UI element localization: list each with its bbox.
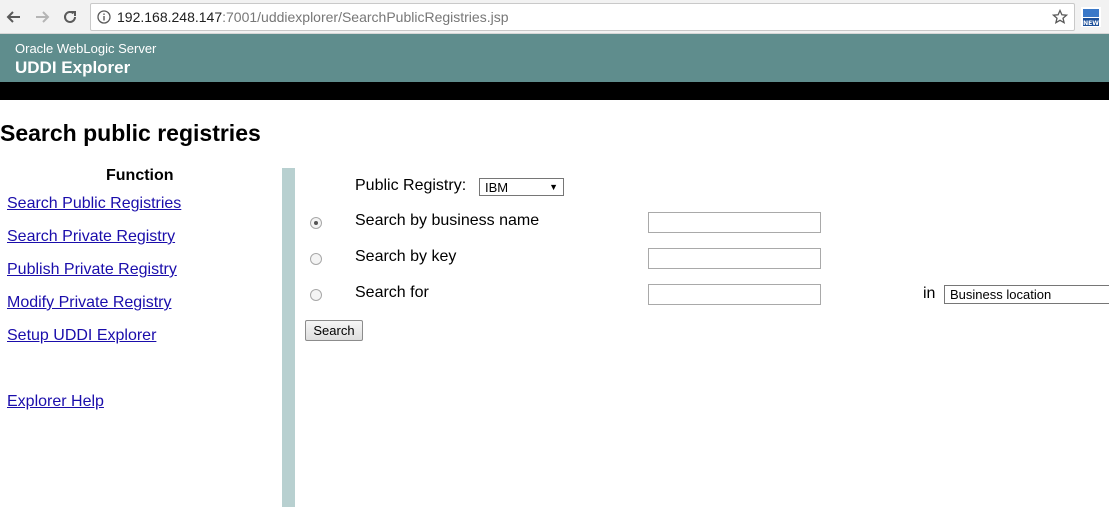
extension-new-icon[interactable]: NEW — [1081, 7, 1101, 27]
browser-toolbar: 192.168.248.147:7001/uddiexplorer/Search… — [0, 0, 1109, 34]
search-for-input[interactable] — [648, 284, 821, 305]
public-registry-value: IBM — [485, 180, 509, 195]
key-input[interactable] — [648, 248, 821, 269]
radio-search-for[interactable] — [310, 289, 322, 301]
business-name-input[interactable] — [648, 212, 821, 233]
url-text: 192.168.248.147:7001/uddiexplorer/Search… — [117, 9, 509, 25]
search-by-business-name-label: Search by business name — [355, 212, 540, 229]
location-select[interactable]: Business location — [944, 285, 1109, 304]
radio-search-by-key[interactable] — [310, 253, 322, 265]
sidebar-divider — [282, 168, 295, 507]
function-heading: Function — [106, 167, 174, 184]
address-bar[interactable]: 192.168.248.147:7001/uddiexplorer/Search… — [90, 3, 1075, 31]
star-icon[interactable] — [1052, 9, 1068, 25]
back-icon[interactable] — [4, 7, 24, 27]
forward-icon[interactable] — [32, 7, 52, 27]
app-header: Oracle WebLogic Server UDDI Explorer — [0, 34, 1109, 82]
public-registry-select[interactable]: IBM ▼ — [479, 178, 564, 196]
page-title: Search public registries — [0, 120, 261, 146]
reload-icon[interactable] — [60, 7, 80, 27]
public-registry-label: Public Registry: — [355, 177, 467, 194]
header-divider — [0, 82, 1109, 100]
app-title: UDDI Explorer — [15, 58, 131, 77]
search-button[interactable]: Search — [305, 320, 363, 341]
search-by-key-label: Search by key — [355, 248, 457, 265]
nav-link-publish-private-registry[interactable]: Publish Private Registry — [7, 261, 177, 279]
location-value: Business location — [950, 287, 1052, 302]
nav-link-search-public-registries[interactable]: Search Public Registries — [7, 195, 181, 213]
nav-link-explorer-help[interactable]: Explorer Help — [7, 393, 104, 411]
nav-link-search-private-registry[interactable]: Search Private Registry — [7, 228, 175, 246]
search-for-label: Search for — [355, 284, 429, 301]
svg-text:NEW: NEW — [1083, 20, 1099, 27]
in-label: in — [923, 285, 936, 302]
dropdown-arrow-icon: ▼ — [549, 182, 558, 192]
radio-search-by-business-name[interactable] — [310, 217, 322, 229]
info-icon[interactable] — [97, 10, 111, 24]
product-name: Oracle WebLogic Server — [15, 41, 157, 56]
nav-link-modify-private-registry[interactable]: Modify Private Registry — [7, 294, 172, 312]
nav-link-setup-uddi-explorer[interactable]: Setup UDDI Explorer — [7, 327, 156, 345]
